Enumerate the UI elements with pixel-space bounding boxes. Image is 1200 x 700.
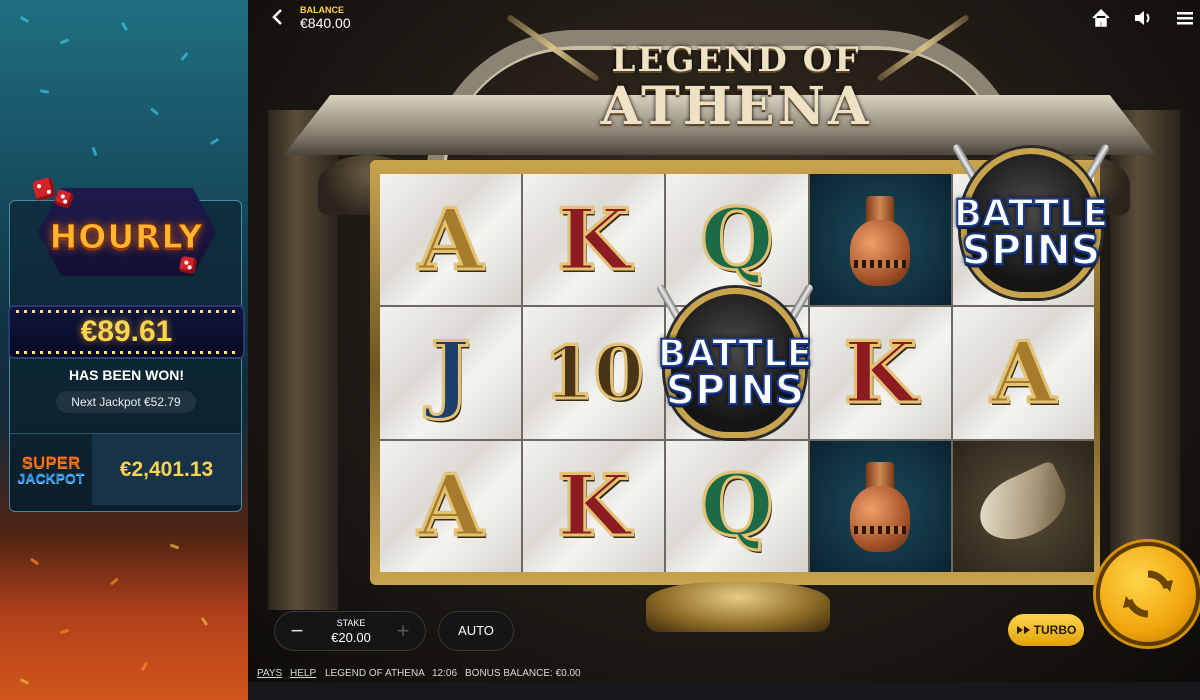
confetti — [180, 52, 189, 61]
won-amount: €89.61 — [80, 315, 173, 348]
confetti — [169, 543, 180, 550]
marquee-lights — [16, 310, 237, 313]
super-jackpot-amount: €2,401.13 — [119, 457, 214, 481]
confetti — [39, 89, 50, 94]
title-line-2: ATHENA — [600, 76, 872, 137]
stake-label: STAKE — [336, 618, 366, 628]
confetti — [200, 616, 209, 627]
balance-value: €840.00 — [300, 15, 351, 31]
symbol-a: A — [989, 322, 1057, 422]
help-link[interactable]: HELP — [290, 668, 316, 679]
horn-icon — [969, 460, 1077, 553]
stake-control: − STAKE €20.00 + — [274, 611, 426, 651]
battle-spins-label: BATTLE SPINS — [657, 334, 813, 415]
confetti — [29, 557, 40, 566]
balance-label: BALANCE — [300, 5, 344, 15]
confetti — [140, 661, 149, 672]
symbol-10: 10 — [542, 329, 645, 415]
reel-cell — [809, 174, 951, 306]
turbo-button[interactable]: TURBO — [1008, 614, 1084, 646]
back-icon — [272, 9, 282, 25]
battle-spins-label: BATTLE SPINS — [953, 194, 1109, 275]
won-amount-display: €89.61 — [8, 305, 245, 359]
confetti — [59, 628, 70, 635]
reel-cell: K — [809, 307, 951, 439]
stake-value: €20.00 — [331, 630, 371, 645]
reel-cell — [809, 440, 951, 572]
stake-decrease-button[interactable]: − — [279, 612, 315, 650]
footer-bar: PAYS HELP LEGEND OF ATHENA 12:06 BONUS B… — [248, 666, 1200, 682]
hourly-logo: HOURLY — [49, 217, 204, 257]
footer-clock: 12:06 — [432, 668, 458, 679]
title-line-1: LEGEND OF — [611, 40, 861, 80]
battle-spins-symbol: BATTLE SPINS — [936, 138, 1126, 328]
confetti — [110, 577, 119, 586]
symbol-a: A — [416, 456, 484, 556]
vase-icon — [840, 190, 920, 290]
super-jackpot-logo: SUPER JACKPOT — [10, 434, 92, 505]
back-button[interactable] — [270, 8, 286, 26]
confetti — [19, 678, 30, 685]
symbol-k: K — [556, 456, 632, 556]
symbol-k: K — [842, 322, 918, 422]
confetti — [209, 137, 220, 146]
footer-game-name: LEGEND OF ATHENA — [325, 668, 425, 679]
reel-cell: A — [380, 440, 522, 572]
bottom-strip — [248, 682, 1200, 700]
bonus-balance: BONUS BALANCE: €0.00 — [465, 668, 581, 679]
battle-spins-symbol: BATTLE SPINS — [640, 278, 830, 468]
marquee-lights — [16, 351, 237, 354]
symbol-q: Q — [699, 189, 775, 289]
reel-cell — [952, 440, 1094, 572]
jackpot-panel: HOURLY €89.61 HAS BEEN WON! Next Jackpot… — [0, 0, 248, 700]
vase-icon — [840, 456, 920, 556]
symbol-q: Q — [699, 456, 775, 556]
confetti — [91, 146, 98, 157]
next-jackpot-pill: Next Jackpot €52.79 — [56, 391, 196, 413]
gold-ornament — [646, 582, 830, 632]
home-button[interactable] — [1090, 7, 1112, 29]
pays-link[interactable]: PAYS — [257, 668, 282, 679]
super-jackpot-row: SUPER JACKPOT €2,401.13 — [10, 433, 241, 505]
confetti — [120, 21, 129, 32]
volume-button[interactable] — [1132, 7, 1154, 29]
spin-button[interactable] — [1096, 542, 1200, 646]
hourly-jackpot-card: HOURLY €89.61 HAS BEEN WON! Next Jackpot… — [8, 176, 245, 512]
game-title-logo: LEGEND OF ATHENA — [566, 40, 906, 134]
auto-button[interactable]: AUTO — [438, 611, 514, 651]
confetti — [59, 38, 70, 45]
won-message: HAS BEEN WON! — [68, 367, 185, 383]
super-label: SUPER — [21, 453, 81, 472]
fast-forward-icon — [1016, 626, 1030, 634]
jackpot-label: JACKPOT — [17, 470, 85, 486]
symbol-j: J — [429, 322, 472, 422]
battle-spins-line-2: SPINS — [665, 366, 806, 415]
spin-arrows-icon — [1123, 570, 1173, 618]
confetti — [19, 15, 30, 24]
reel-cell: J — [380, 307, 522, 439]
turbo-label: TURBO — [1033, 623, 1077, 637]
dice-icon — [178, 255, 198, 275]
game-area: LEGEND OF ATHENA A K Q J 10 K A A K Q BA… — [248, 0, 1200, 700]
symbol-k: K — [556, 189, 632, 289]
home-icon — [1092, 8, 1110, 27]
stake-increase-button[interactable]: + — [385, 612, 421, 650]
super-jackpot-amount-box: €2,401.13 — [92, 434, 241, 505]
reel-cell: A — [380, 174, 522, 306]
volume-icon — [1135, 11, 1150, 25]
symbol-a: A — [416, 189, 484, 289]
dice-icon — [31, 176, 57, 202]
menu-icon — [1177, 12, 1193, 25]
battle-spins-line-2: SPINS — [961, 226, 1102, 275]
menu-button[interactable] — [1174, 7, 1196, 29]
confetti — [150, 107, 159, 116]
